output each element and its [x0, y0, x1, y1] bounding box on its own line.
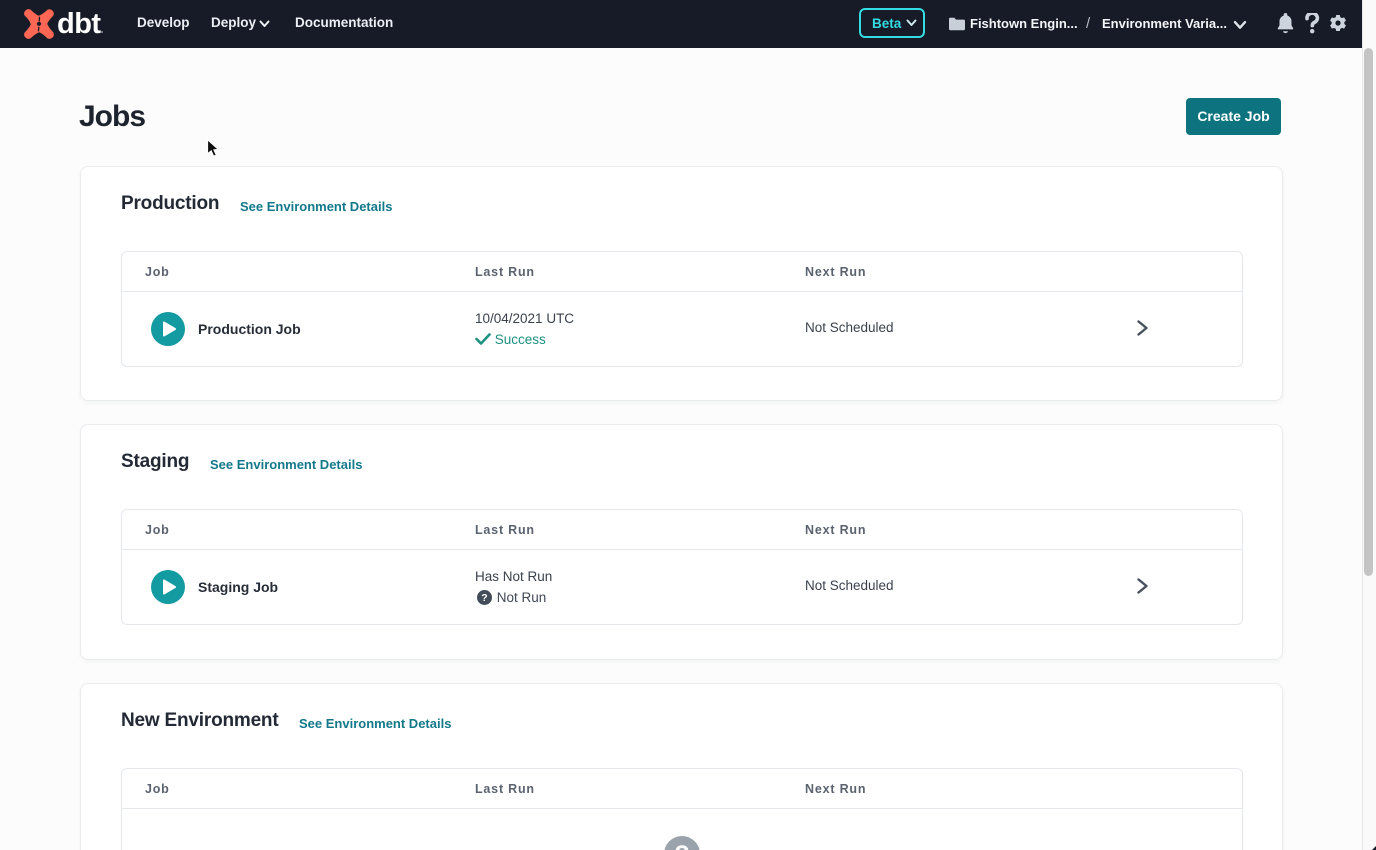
svg-text:?: ?	[481, 592, 487, 604]
